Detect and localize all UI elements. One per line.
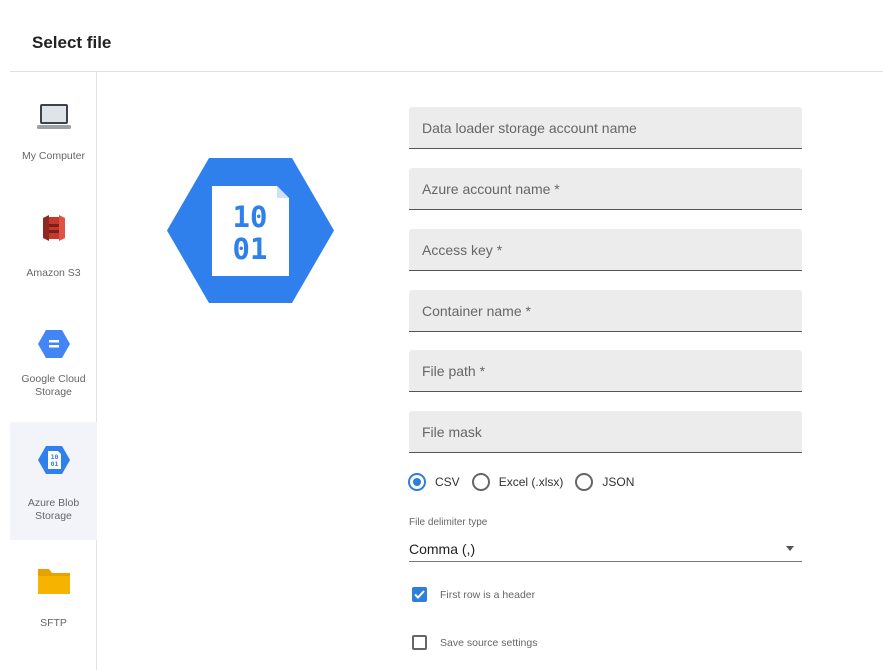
format-radio-csv[interactable]: CSV — [408, 473, 460, 491]
sidebar-item-label: Amazon S3 — [26, 267, 81, 279]
delimiter-select[interactable]: Comma (,) — [409, 534, 802, 562]
azure-blob-storage-logo: 10 01 — [167, 158, 334, 303]
checkbox-unchecked-icon — [412, 635, 427, 650]
radio-unchecked-icon — [575, 473, 594, 491]
checkbox-label: Save source settings — [440, 636, 538, 649]
file-mask-field[interactable] — [409, 411, 802, 453]
format-radio-label: CSV — [435, 475, 460, 489]
first-row-header-checkbox[interactable]: First row is a header — [412, 587, 535, 602]
file-path-input[interactable] — [409, 350, 802, 391]
checkbox-checked-icon — [412, 587, 427, 602]
dialog-header: Select file — [10, 0, 883, 72]
radio-checked-icon — [408, 473, 426, 491]
amazon-s3-icon — [10, 212, 97, 244]
file-path-field[interactable] — [409, 350, 802, 392]
logo-binary-line1: 10 — [233, 200, 268, 234]
format-radio-label: JSON — [602, 475, 635, 489]
container-name-field[interactable] — [409, 290, 802, 332]
azure-account-name-field[interactable] — [409, 168, 802, 210]
sidebar-item-azure-blob-storage[interactable]: 10 01 Azure Blob Storage — [10, 422, 97, 540]
svg-text:01: 01 — [50, 460, 58, 468]
folder-icon — [10, 565, 97, 597]
laptop-icon — [10, 102, 97, 132]
sidebar-item-sftp[interactable]: SFTP — [10, 540, 97, 658]
format-radio-json[interactable]: JSON — [575, 473, 634, 491]
format-radio-excel[interactable]: Excel (.xlsx) — [471, 473, 564, 491]
sidebar-item-label: My Computer — [21, 150, 85, 162]
sidebar-item-label: Google Cloud Storage — [21, 373, 86, 398]
save-source-settings-checkbox[interactable]: Save source settings — [412, 635, 537, 650]
azure-blob-storage-icon: 10 01 — [10, 445, 97, 475]
access-key-field[interactable] — [409, 229, 802, 271]
azure-account-name-input[interactable] — [409, 168, 802, 209]
radio-unchecked-icon — [471, 473, 490, 491]
sidebar-item-google-cloud-storage[interactable]: Google Cloud Storage — [10, 308, 97, 426]
sidebar-item-amazon-s3[interactable]: Amazon S3 — [10, 190, 97, 308]
format-radio-label: Excel (.xlsx) — [498, 475, 564, 489]
delimiter-label: File delimiter type — [409, 517, 488, 528]
access-key-input[interactable] — [409, 229, 802, 270]
file-format-radio-group: CSV Excel (.xlsx) JSON — [408, 471, 646, 493]
caret-down-icon — [786, 546, 794, 551]
sidebar-item-label: Azure Blob Storage — [27, 497, 80, 522]
storage-account-name-input[interactable] — [409, 107, 802, 148]
container-name-input[interactable] — [409, 290, 802, 331]
storage-account-name-field[interactable] — [409, 107, 802, 149]
logo-binary-line2: 01 — [233, 232, 268, 266]
source-sidebar: My Computer Amazon S3 Google Cloud Stora… — [10, 72, 97, 670]
file-mask-input[interactable] — [409, 411, 802, 452]
sidebar-item-my-computer[interactable]: My Computer — [10, 72, 97, 190]
checkbox-label: First row is a header — [440, 588, 536, 601]
page-title: Select file — [32, 33, 112, 52]
sidebar-item-label: SFTP — [40, 617, 67, 629]
delimiter-value: Comma (,) — [409, 541, 476, 557]
google-cloud-storage-icon — [10, 329, 97, 359]
